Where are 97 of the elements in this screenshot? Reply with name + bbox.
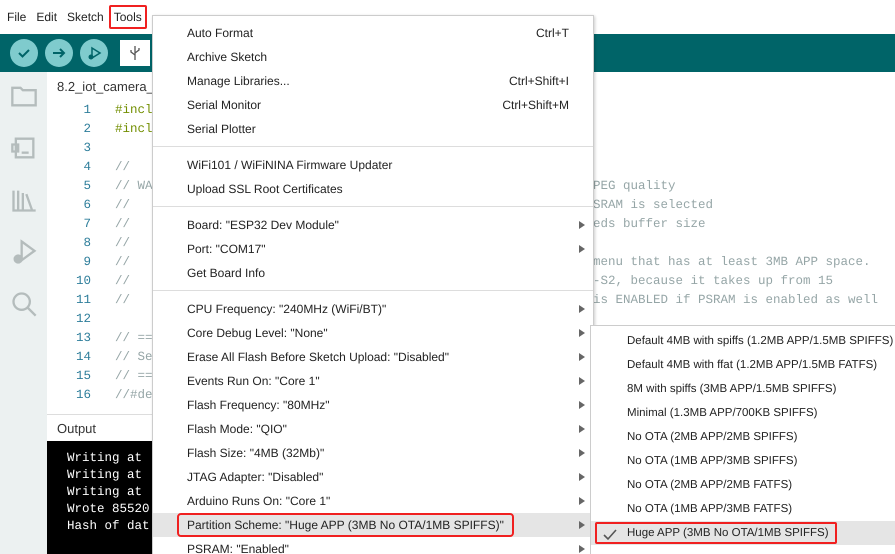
submenu-option[interactable]: Default 4MB with ffat (1.2MB APP/1.5MB FATFS) [595, 354, 886, 376]
menu-item[interactable]: Edit [31, 5, 62, 29]
submenu-item[interactable]: Erase All Flash Before Sketch Upload: "Disabled" [153, 345, 593, 369]
console-line: Writing at [67, 451, 142, 465]
submenu-option[interactable]: No OTA (1MB APP/3MB FATFS) [595, 498, 800, 520]
submenu-item[interactable]: Port: "COM17" [153, 237, 593, 261]
checkmark-icon [603, 529, 617, 541]
submenu-item[interactable]: PSRAM: "Enabled" [153, 537, 593, 554]
code-text: #incl [115, 122, 153, 136]
menu-item[interactable]: Get Board Info [153, 261, 593, 285]
console-line: Hash of dat [67, 519, 150, 533]
line-number: 13 [74, 330, 91, 344]
console-line: Writing at [67, 485, 142, 499]
line-number: 12 [74, 312, 91, 326]
code-text: // [115, 160, 130, 174]
line-number: 14 [74, 350, 91, 364]
submenu-option[interactable]: 8M with spiffs (3MB APP/1.5MB SPIFFS) [595, 378, 844, 400]
upload-button[interactable] [45, 39, 73, 67]
line-number: 6 [82, 198, 91, 212]
code-text: menu that has at least 3MB APP space. [593, 254, 871, 268]
line-number: 15 [74, 368, 91, 382]
code-text: #incl [115, 102, 153, 116]
menu-item[interactable]: Upload SSL Root Certificates [153, 177, 593, 201]
search-icon[interactable] [10, 290, 38, 318]
submenu-option[interactable]: Huge APP (3MB No OTA/1MB SPIFFS) [595, 522, 837, 544]
code-text: PEG quality [593, 178, 676, 192]
submenu-arrow-icon [579, 473, 585, 481]
verify-button[interactable] [10, 39, 38, 67]
submenu-arrow-icon [579, 497, 585, 505]
usb-icon [129, 45, 141, 61]
code-text: // [115, 198, 130, 212]
code-text: // [115, 216, 130, 230]
line-number: 7 [82, 216, 91, 230]
submenu-arrow-icon [579, 305, 585, 313]
debug-button[interactable] [80, 39, 108, 67]
line-number: 1 [82, 102, 91, 116]
submenu-arrow-icon [579, 221, 585, 229]
code-text: // Se [115, 350, 153, 364]
board-selector[interactable] [120, 40, 150, 66]
code-text: // [115, 236, 130, 250]
code-text: // [115, 274, 130, 288]
submenu-option[interactable]: Minimal (1.3MB APP/700KB SPIFFS) [595, 402, 826, 424]
submenu-arrow-icon [579, 425, 585, 433]
line-number: 9 [82, 254, 91, 268]
submenu-item[interactable]: Flash Size: "4MB (32Mb)" [153, 441, 593, 465]
line-number: 10 [74, 274, 91, 288]
menu-item[interactable]: Tools [108, 5, 147, 29]
submenu-item[interactable]: Core Debug Level: "None" [153, 321, 593, 345]
submenu-item[interactable]: Flash Frequency: "80MHz" [153, 393, 593, 417]
submenu-option[interactable]: No OTA (2MB APP/2MB SPIFFS) [595, 426, 806, 448]
console-line: Writing at [67, 468, 142, 482]
code-text: //#de [115, 388, 153, 402]
console-line: Wrote 85520 [67, 502, 150, 516]
menu-item[interactable]: Serial Plotter [153, 117, 593, 141]
submenu-item[interactable]: Flash Mode: "QIO" [153, 417, 593, 441]
submenu-arrow-icon [579, 245, 585, 253]
menu-item[interactable]: Sketch [62, 5, 109, 29]
menu-item[interactable]: Serial Monitor Ctrl+Shift+M [153, 93, 593, 117]
line-number: 3 [82, 140, 91, 154]
submenu-item[interactable]: Board: "ESP32 Dev Module" [153, 213, 593, 237]
code-text: // == [115, 368, 153, 382]
menu-item[interactable]: Manage Libraries... Ctrl+Shift+I [153, 69, 593, 93]
code-text: // [115, 254, 130, 268]
line-number: 2 [82, 122, 91, 136]
file-tab[interactable]: 8.2_iot_camera_ [57, 78, 154, 94]
submenu-arrow-icon [579, 449, 585, 457]
submenu-arrow-icon [579, 521, 585, 529]
submenu-item[interactable]: JTAG Adapter: "Disabled" [153, 465, 593, 489]
submenu-option[interactable]: No OTA (2MB APP/2MB FATFS) [595, 474, 800, 496]
submenu-item[interactable]: Partition Scheme: "Huge APP (3MB No OTA/1MB SPIFFS)" [153, 513, 593, 537]
submenu-option[interactable]: No OTA (1MB APP/3MB SPIFFS) [595, 450, 806, 472]
submenu-item[interactable]: Events Run On: "Core 1" [153, 369, 593, 393]
code-text: // [115, 292, 130, 306]
submenu-item[interactable]: CPU Frequency: "240MHz (WiFi/BT)" [153, 297, 593, 321]
code-text: SRAM is selected [593, 198, 714, 212]
output-title: Output [57, 420, 96, 436]
submenu-item[interactable]: Arduino Runs On: "Core 1" [153, 489, 593, 513]
code-text: eds buffer size [593, 216, 706, 230]
menu-item[interactable]: WiFi101 / WiFiNINA Firmware Updater [153, 153, 593, 177]
submenu-arrow-icon [579, 401, 585, 409]
submenu-arrow-icon [579, 329, 585, 337]
line-number: 11 [74, 292, 91, 306]
code-text: -S2, because it takes up from 15 [593, 274, 834, 288]
submenu-arrow-icon [579, 545, 585, 553]
debug-icon [86, 45, 102, 61]
line-number: 16 [74, 388, 91, 402]
submenu-arrow-icon [579, 353, 585, 361]
menu-item[interactable]: Auto Format Ctrl+T [153, 21, 593, 45]
code-text: // == [115, 330, 153, 344]
code-text: // WA [115, 178, 153, 192]
menu-item[interactable]: File [2, 5, 32, 29]
submenu-option[interactable]: Default 4MB with spiffs (1.2MB APP/1.5MB SPIFFS) [595, 330, 895, 352]
line-number: 5 [82, 178, 91, 192]
submenu-arrow-icon [579, 377, 585, 385]
line-number: 8 [82, 236, 91, 250]
code-text: is ENABLED if PSRAM is enabled as well [593, 292, 878, 306]
line-number: 4 [82, 160, 91, 174]
